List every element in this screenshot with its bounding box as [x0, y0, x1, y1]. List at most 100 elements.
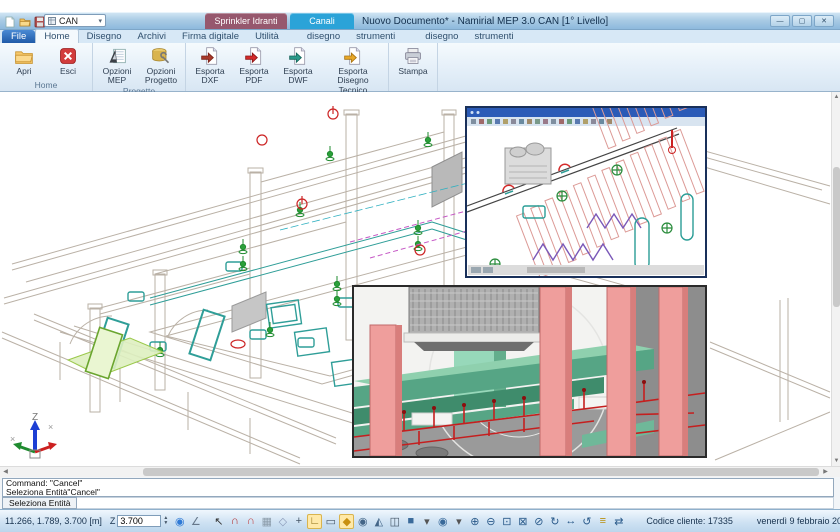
- z-tool-icons: ◉∠: [172, 514, 203, 529]
- open-folder-icon[interactable]: [19, 15, 31, 27]
- ribbon-group-home: Apri Esci Home: [0, 43, 93, 91]
- block-type-icon: [48, 17, 56, 25]
- angle-icon[interactable]: ∠: [188, 514, 203, 529]
- sync-icon[interactable]: ⇄: [611, 514, 626, 529]
- stampa-button[interactable]: Stampa: [393, 45, 433, 76]
- tab-firma-digitale[interactable]: Firma digitale: [174, 30, 247, 43]
- ribbon-group-esporta: Esporta DXF Esporta PDF Esporta DWF Espo…: [186, 43, 389, 91]
- tab-disegno[interactable]: Disegno: [79, 30, 130, 43]
- command-history-line: Seleziona Entità"Cancel": [6, 488, 830, 497]
- point-snap-icon[interactable]: +: [291, 514, 306, 529]
- render-viewport-window[interactable]: [352, 285, 707, 458]
- horizontal-scroll-thumb[interactable]: [143, 468, 819, 476]
- shaded-view-icon[interactable]: ■: [403, 514, 418, 529]
- view-dropdown-icon[interactable]: ▾: [419, 514, 434, 529]
- tab-archivi[interactable]: Archivi: [130, 30, 175, 43]
- viewport-frame-icon[interactable]: ▭: [323, 514, 338, 529]
- can-combobox[interactable]: CAN ▾: [44, 14, 106, 27]
- horizontal-scrollbar[interactable]: ◀ ▶: [0, 466, 840, 477]
- title-bar: CAN ▾ Sprinkler Idranti Canali Nuovo Doc…: [0, 12, 840, 30]
- combo-caret-icon: ▾: [98, 17, 102, 25]
- tab-home[interactable]: Home: [35, 29, 78, 43]
- group-label-stampa: [393, 80, 433, 91]
- detail-viewport-window[interactable]: [465, 106, 707, 278]
- command-input[interactable]: [77, 497, 834, 509]
- project-options-icon: [151, 46, 171, 66]
- layers-icon[interactable]: ≡: [595, 514, 610, 529]
- scroll-left-arrow[interactable]: ◀: [0, 467, 11, 477]
- tab-file[interactable]: File: [2, 30, 35, 43]
- ahu-grille: [404, 287, 544, 351]
- grid-toggle-icon[interactable]: ▦: [259, 514, 274, 529]
- svg-text:×: ×: [10, 434, 15, 444]
- mep-options-icon: [107, 46, 127, 66]
- esci-button[interactable]: Esci: [48, 45, 88, 76]
- zoom-extents-icon[interactable]: ⊠: [515, 514, 530, 529]
- contextual-header-sprinkler: Sprinkler Idranti: [205, 13, 287, 29]
- visibility-dropdown-icon[interactable]: ▾: [451, 514, 466, 529]
- zoom-window-icon[interactable]: ⊡: [499, 514, 514, 529]
- apri-button[interactable]: Apri: [4, 45, 44, 76]
- close-button[interactable]: ✕: [814, 15, 834, 27]
- viewport-titlebar: [467, 108, 705, 117]
- opzioni-mep-button[interactable]: Opzioni MEP: [97, 45, 137, 86]
- window-controls: —▢✕: [770, 15, 834, 27]
- new-document-icon[interactable]: [4, 15, 16, 27]
- command-history-line: Command: "Cancel": [6, 479, 830, 488]
- vertical-scroll-thumb[interactable]: [833, 167, 840, 307]
- esporta-dwf-button[interactable]: Esporta DWF: [278, 45, 318, 86]
- entity-snap-icon[interactable]: ◆: [339, 514, 354, 529]
- tab-utilita[interactable]: Utilità: [247, 30, 287, 43]
- opzioni-progetto-button[interactable]: Opzioni Progetto: [141, 45, 181, 86]
- magnet-snap-icon[interactable]: ◉: [355, 514, 370, 529]
- maximize-button[interactable]: ▢: [792, 15, 812, 27]
- tab-canali-strumenti[interactable]: strumenti: [466, 30, 521, 43]
- ortho-mode-icon[interactable]: ∟: [307, 514, 322, 529]
- regen-icon[interactable]: ↺: [579, 514, 594, 529]
- esporta-dxf-button[interactable]: Esporta DXF: [190, 45, 230, 86]
- export-dxf-icon: [200, 46, 220, 66]
- pan-icon[interactable]: ↔: [563, 514, 578, 529]
- viewport-scrollbar[interactable]: [468, 265, 704, 275]
- render-viewport-drawing: [354, 287, 705, 456]
- export-dwf-icon: [288, 46, 308, 66]
- vertical-scrollbar[interactable]: ▲ ▼: [831, 92, 840, 466]
- drawing-canvas[interactable]: Z × ×: [0, 92, 840, 466]
- command-history[interactable]: Command: "Cancel" Seleziona Entità"Cance…: [2, 478, 834, 497]
- orbit-icon[interactable]: ↻: [547, 514, 562, 529]
- wireframe-view-icon[interactable]: ◫: [387, 514, 402, 529]
- statusbar-tool-icons: ↖∩∩▦◇+∟▭◆◉◭◫■▾◉▾⊕⊖⊡⊠⊘↻↔↺≡⇄: [211, 514, 626, 529]
- contextual-header-canali: Canali: [290, 13, 354, 29]
- sketch-mode-icon[interactable]: ◭: [371, 514, 386, 529]
- z-lock-icon[interactable]: ◉: [172, 514, 187, 529]
- window-title: Nuovo Documento* - Namirial MEP 3.0 CAN …: [362, 16, 608, 27]
- zoom-in-icon[interactable]: ⊕: [467, 514, 482, 529]
- scroll-down-arrow[interactable]: ▼: [832, 456, 840, 466]
- tab-sprinkler-strumenti[interactable]: strumenti: [348, 30, 403, 43]
- esporta-pdf-button[interactable]: Esporta PDF: [234, 45, 274, 86]
- scroll-up-arrow[interactable]: ▲: [832, 92, 840, 102]
- snap-polar-icon[interactable]: ∩: [243, 514, 258, 529]
- iso-plane-icon[interactable]: ◇: [275, 514, 290, 529]
- tab-canali-disegno[interactable]: disegno: [417, 30, 466, 43]
- ribbon-tab-row: File Home Disegno Archivi Firma digitale…: [0, 30, 840, 43]
- command-prompt-label: Seleziona Entità: [2, 497, 77, 509]
- client-code: Codice cliente: 17335: [638, 516, 741, 526]
- z-elevation-input[interactable]: [117, 515, 161, 527]
- select-cursor-icon[interactable]: ↖: [211, 514, 226, 529]
- esporta-disegno-tecnico-button[interactable]: Esporta Disegno Tecnico: [322, 45, 384, 95]
- zoom-previous-icon[interactable]: ⊘: [531, 514, 546, 529]
- application-window: CAN ▾ Sprinkler Idranti Canali Nuovo Doc…: [0, 0, 840, 532]
- minimize-button[interactable]: —: [770, 15, 790, 27]
- tab-sprinkler-disegno[interactable]: disegno: [299, 30, 348, 43]
- detail-viewport-drawing: [467, 108, 705, 276]
- ribbon-group-progetto: Opzioni MEP Opzioni Progetto Progetto: [93, 43, 186, 91]
- snap-entity-icon[interactable]: ∩: [227, 514, 242, 529]
- visibility-eye-icon[interactable]: ◉: [435, 514, 450, 529]
- quick-access-toolbar: [4, 15, 46, 27]
- scroll-right-arrow[interactable]: ▶: [820, 467, 831, 477]
- z-spinner[interactable]: ▲▼: [163, 516, 168, 526]
- detail-equipment: [505, 143, 551, 184]
- status-date: venerdì 9 febbraio 2018: [749, 516, 840, 526]
- zoom-out-icon[interactable]: ⊖: [483, 514, 498, 529]
